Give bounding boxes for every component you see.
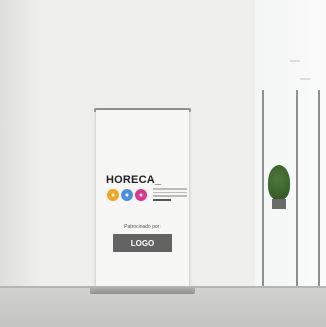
sponsor-label: Patrocinado por: (124, 224, 161, 230)
window-frame (318, 90, 320, 286)
brand-dots: ● ● ● (107, 189, 147, 201)
plant-pot (272, 199, 286, 209)
blue-dot-icon: ● (121, 189, 133, 201)
dot-glyph: ● (110, 191, 116, 199)
brand-title: HORECA_ (106, 174, 162, 186)
tagline-lines (153, 188, 187, 203)
window-frame (262, 90, 264, 286)
dot-glyph: ● (124, 191, 130, 199)
window-frame (296, 90, 298, 286)
tagline-line (153, 188, 187, 190)
pink-dot-icon: ● (135, 189, 147, 201)
ceiling-light (300, 78, 310, 80)
dot-glyph: ● (138, 191, 144, 199)
banner-stand-base (90, 286, 195, 294)
wall-shadow (0, 0, 40, 290)
office-scene: HORECA_ ● ● ● Patrocinado por: LOGO (0, 0, 326, 327)
glass-corridor (255, 0, 326, 290)
tagline-line (153, 191, 187, 193)
plant-icon (268, 165, 290, 200)
tagline-line (153, 195, 187, 197)
ceiling-light (290, 60, 300, 62)
logo-placeholder: LOGO (113, 234, 172, 252)
orange-dot-icon: ● (107, 189, 119, 201)
tagline-line (153, 198, 171, 201)
